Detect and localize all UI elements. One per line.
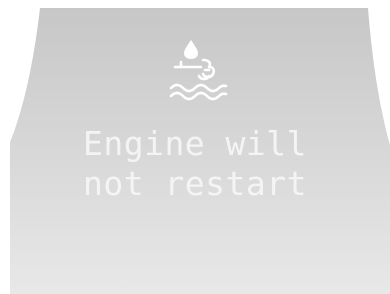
coolant-leak-warning-icon [169,40,228,101]
warning-indicator [0,36,390,116]
message-line-1: Engine will [82,124,308,163]
message-line-2: not restart [82,164,308,203]
instrument-display: Engine will not restart [0,0,390,294]
warning-message: Engine will not restart [0,124,390,204]
